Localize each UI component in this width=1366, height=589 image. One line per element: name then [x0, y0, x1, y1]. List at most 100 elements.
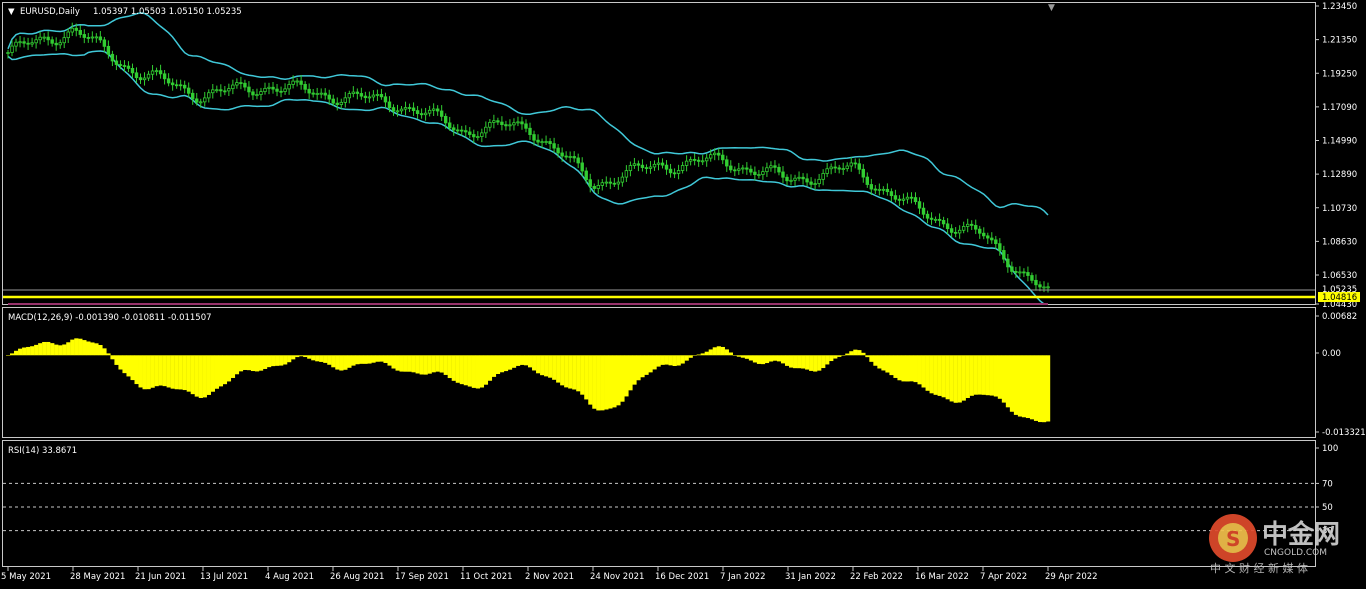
- price-candle: [797, 171, 801, 182]
- chart-dropdown-icon[interactable]: ▼: [8, 7, 15, 17]
- price-panel[interactable]: [3, 12, 1315, 305]
- candle-body: [247, 86, 251, 93]
- price-candle: [684, 155, 689, 172]
- macd-histogram-bar: [1033, 355, 1039, 421]
- candle-body: [1002, 250, 1006, 260]
- price-candle: [700, 155, 705, 166]
- price-tick-label: 1.19250: [1322, 69, 1357, 79]
- macd-histogram-bar: [403, 355, 408, 372]
- candle-body: [737, 168, 741, 171]
- price-candle: [307, 83, 311, 99]
- price-candle: [885, 183, 890, 196]
- candle-body: [917, 201, 922, 209]
- candle-body: [648, 166, 653, 169]
- candle-body: [933, 218, 938, 221]
- price-candle: [186, 82, 191, 98]
- price-candle: [191, 89, 195, 105]
- price-candle: [102, 36, 107, 53]
- macd-histogram-bar: [877, 355, 882, 369]
- macd-histogram-bar: [668, 355, 673, 366]
- macd-histogram-bar: [166, 355, 171, 388]
- macd-tick-label: 0.00: [1322, 349, 1341, 359]
- macd-histogram-bar: [905, 355, 910, 382]
- price-candle: [283, 83, 287, 95]
- rsi-label: RSI(14) 33.8671: [8, 446, 77, 456]
- price-candle: [990, 232, 994, 244]
- macd-histogram-bar: [989, 355, 994, 396]
- price-candle: [480, 128, 484, 143]
- macd-histogram-bar: [817, 355, 822, 371]
- candle-body: [1014, 271, 1018, 273]
- price-candle: [608, 177, 613, 190]
- candle-body: [1042, 286, 1046, 289]
- price-candle: [982, 227, 986, 240]
- macd-histogram-bar: [716, 346, 721, 356]
- macd-tick-label: 0.00682: [1322, 312, 1357, 322]
- price-candle: [243, 79, 247, 91]
- macd-histogram-bar: [548, 355, 553, 378]
- candle-body: [624, 170, 629, 178]
- price-candle: [753, 166, 757, 181]
- macd-histogram-bar: [528, 355, 533, 368]
- macd-histogram-bar: [194, 355, 199, 397]
- macd-histogram-bar: [467, 355, 472, 387]
- candle-body: [311, 92, 315, 95]
- rsi-panel[interactable]: [3, 303, 1315, 532]
- price-candle: [801, 173, 805, 185]
- candle-body: [387, 101, 392, 109]
- time-tick-label: 7 Apr 2022: [980, 572, 1027, 582]
- candle-body: [492, 120, 496, 123]
- macd-histogram-bar: [1025, 355, 1031, 419]
- candle-body: [191, 92, 195, 100]
- candle-body: [460, 129, 464, 132]
- macd-histogram-bar: [825, 355, 830, 365]
- bollinger-upper-band: [7, 12, 1049, 216]
- macd-histogram-bar: [307, 355, 312, 359]
- candle-body: [809, 181, 813, 185]
- price-candle: [961, 221, 966, 234]
- macd-histogram-bar: [98, 345, 103, 356]
- macd-histogram-bar: [969, 355, 974, 396]
- price-candle: [725, 155, 729, 172]
- candle-body: [130, 68, 135, 74]
- macd-histogram-bar: [154, 355, 159, 387]
- price-candle: [901, 193, 906, 206]
- trading-chart-window: ▼ EURUSD,Daily 1.05397 1.05503 1.05150 1…: [0, 0, 1366, 585]
- price-candle: [255, 88, 259, 100]
- macd-histogram-bar: [628, 355, 633, 391]
- chart-canvas[interactable]: ▼ EURUSD,Daily 1.05397 1.05503 1.05150 1…: [0, 0, 1366, 585]
- price-candle: [965, 218, 970, 233]
- macd-histogram-bar: [692, 355, 697, 356]
- candle-body: [596, 185, 600, 189]
- price-candle: [295, 77, 299, 87]
- macd-histogram-bar: [897, 355, 902, 381]
- candle-body: [243, 82, 247, 88]
- price-candle: [837, 164, 841, 174]
- candle-body: [1022, 271, 1026, 274]
- candle-body: [632, 163, 637, 166]
- candle-body: [833, 166, 837, 169]
- price-candle: [978, 225, 982, 239]
- price-candle: [126, 61, 131, 73]
- price-candle: [86, 32, 91, 43]
- macd-histogram-bar: [1005, 355, 1011, 408]
- macd-histogram-bar: [985, 355, 990, 396]
- candle-body: [901, 198, 906, 201]
- price-candle: [379, 88, 384, 100]
- macd-histogram-bar: [110, 355, 115, 360]
- candle-body: [1010, 266, 1014, 272]
- macd-histogram-bar: [198, 355, 203, 398]
- candle-body: [335, 102, 339, 105]
- candle-body: [146, 73, 151, 79]
- macd-histogram-bar: [26, 346, 31, 356]
- candle-body: [283, 88, 287, 92]
- price-candle: [909, 192, 914, 204]
- candle-body: [508, 124, 512, 127]
- svg-text:S: S: [1226, 527, 1240, 551]
- scroll-marker-icon[interactable]: ▼: [1048, 3, 1055, 13]
- price-candle: [367, 91, 372, 103]
- candle-body: [182, 84, 187, 89]
- candle-body: [781, 171, 785, 178]
- time-tick-label: 24 Nov 2021: [590, 572, 644, 582]
- candle-body: [275, 88, 279, 92]
